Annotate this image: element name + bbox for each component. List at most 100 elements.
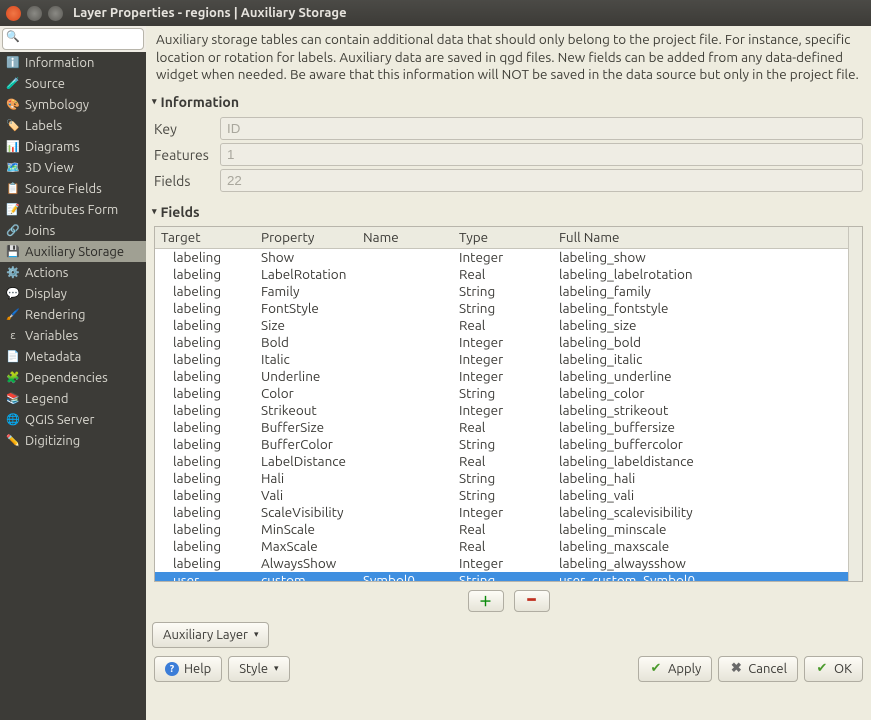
help-button[interactable]: ? Help [154,656,222,682]
table-row[interactable]: labelingColorStringlabeling_color [155,385,848,402]
cell-type: Integer [453,351,553,368]
cell-target: labeling [155,436,255,453]
column-header-full-name[interactable]: Full Name [553,227,848,249]
table-row[interactable]: labelingItalicIntegerlabeling_italic [155,351,848,368]
table-row[interactable]: labelingFontStyleStringlabeling_fontstyl… [155,300,848,317]
sidebar-item-variables[interactable]: εVariables [0,325,146,346]
cell-name [357,317,453,334]
cell-property: Underline [255,368,357,385]
fields-section-header[interactable]: ▾ Fields [146,202,871,222]
cell-type: String [453,300,553,317]
cell-type: String [453,487,553,504]
nav-label: 3D View [25,161,74,175]
sidebar-item-information[interactable]: ℹ️Information [0,52,146,73]
field-buttons-row: ＋ ━ [146,584,871,618]
info-label: Fields [154,173,214,189]
table-row[interactable]: labelingStrikeoutIntegerlabeling_strikeo… [155,402,848,419]
style-dropdown[interactable]: Style ▾ [228,656,289,682]
table-row[interactable]: labelingAlwaysShowIntegerlabeling_always… [155,555,848,572]
nav-icon: 🗺️ [6,161,20,175]
sidebar-item-legend[interactable]: 📚 Legend [0,388,146,409]
sidebar-item-symbology[interactable]: 🎨Symbology [0,94,146,115]
cell-type: String [453,283,553,300]
aux-layer-row: Auxiliary Layer ▾ [146,618,871,652]
table-row[interactable]: labelingHaliStringlabeling_hali [155,470,848,487]
sidebar-item-joins[interactable]: 🔗Joins [0,220,146,241]
nav-icon: 🖌️ [6,308,20,322]
window-minimize-icon[interactable] [27,6,42,21]
apply-button[interactable]: ✔ Apply [638,656,712,682]
sidebar-item-actions[interactable]: ⚙️Actions [0,262,146,283]
style-label: Style [239,662,268,676]
info-label: Key [154,121,214,137]
table-row[interactable]: labelingLabelRotationReallabeling_labelr… [155,266,848,283]
add-field-button[interactable]: ＋ [468,590,504,612]
sidebar-item-digitizing[interactable]: ✏️Digitizing [0,430,146,451]
cell-full: labeling_vali [553,487,848,504]
table-row[interactable]: labelingBufferSizeReallabeling_buffersiz… [155,419,848,436]
sidebar-item-auxiliary-storage[interactable]: 💾Auxiliary Storage [0,241,146,262]
table-row[interactable]: labelingUnderlineIntegerlabeling_underli… [155,368,848,385]
sidebar-item-source[interactable]: 🧪Source [0,73,146,94]
column-header-name[interactable]: Name [357,227,453,249]
table-row[interactable]: labelingLabelDistanceReallabeling_labeld… [155,453,848,470]
table-row[interactable]: labelingValiStringlabeling_vali [155,487,848,504]
nav-icon: 💾 [6,245,20,259]
cancel-icon: ✖ [729,662,743,676]
nav-label: Rendering [25,308,85,322]
table-row[interactable]: labelingShowIntegerlabeling_show [155,249,848,266]
cell-full: labeling_minscale [553,521,848,538]
sidebar-item-display[interactable]: 💬Display [0,283,146,304]
column-header-property[interactable]: Property [255,227,357,249]
sidebar-item-metadata[interactable]: 📄Metadata [0,346,146,367]
window-maximize-icon[interactable] [48,6,63,21]
cell-full: labeling_labeldistance [553,453,848,470]
sidebar-item-dependencies[interactable]: 🧩Dependencies [0,367,146,388]
column-header-target[interactable]: Target [155,227,255,249]
vertical-scrollbar[interactable] [848,227,862,581]
cell-full: labeling_alwaysshow [553,555,848,572]
table-row[interactable]: labelingMaxScaleReallabeling_maxscale [155,538,848,555]
cell-property: BufferColor [255,436,357,453]
cell-target: labeling [155,249,255,266]
table-row[interactable]: labelingMinScaleReallabeling_minscale [155,521,848,538]
window-close-icon[interactable] [6,6,21,21]
sidebar-item-qgis-server[interactable]: 🌐QGIS Server [0,409,146,430]
cell-type: String [453,385,553,402]
table-row[interactable]: labelingScaleVisibilityIntegerlabeling_s… [155,504,848,521]
nav-icon: 📄 [6,350,20,364]
fields-table[interactable]: TargetPropertyNameTypeFull Name labeling… [155,227,848,581]
search-input[interactable] [2,28,144,50]
cell-target: labeling [155,521,255,538]
cell-name [357,504,453,521]
sidebar-item-source-fields[interactable]: 📋Source Fields [0,178,146,199]
sidebar-item-attributes-form[interactable]: 📝Attributes Form [0,199,146,220]
information-section-header[interactable]: ▾ Information [146,92,871,112]
ok-button[interactable]: ✔ OK [804,656,863,682]
nav-icon: 🎨 [6,98,20,112]
sidebar-item-rendering[interactable]: 🖌️ Rendering [0,304,146,325]
cancel-button[interactable]: ✖ Cancel [718,656,798,682]
table-row[interactable]: labelingBufferColorStringlabeling_buffer… [155,436,848,453]
auxiliary-layer-dropdown[interactable]: Auxiliary Layer ▾ [152,622,269,648]
column-header-type[interactable]: Type [453,227,553,249]
sidebar-item-labels[interactable]: 🏷️Labels [0,115,146,136]
table-row[interactable]: labelingSizeReallabeling_size [155,317,848,334]
collapse-icon: ▾ [152,96,157,107]
table-row[interactable]: labelingBoldIntegerlabeling_bold [155,334,848,351]
sidebar-item-diagrams[interactable]: 📊Diagrams [0,136,146,157]
remove-field-button[interactable]: ━ [514,590,550,612]
cell-full: labeling_bold [553,334,848,351]
cell-name [357,351,453,368]
table-row[interactable]: labelingFamilyStringlabeling_family [155,283,848,300]
nav-label: Information [25,56,94,70]
info-input-key [220,117,863,140]
cell-target: labeling [155,555,255,572]
nav-label: Labels [25,119,62,133]
nav-icon: ε [6,329,20,343]
nav-label: Legend [25,392,68,406]
cell-property: Size [255,317,357,334]
table-row[interactable]: usercustomSymbol0Stringuser_custom_Symbo… [155,572,848,581]
nav-icon: 📚 [6,392,20,406]
sidebar-item-3d-view[interactable]: 🗺️ 3D View [0,157,146,178]
